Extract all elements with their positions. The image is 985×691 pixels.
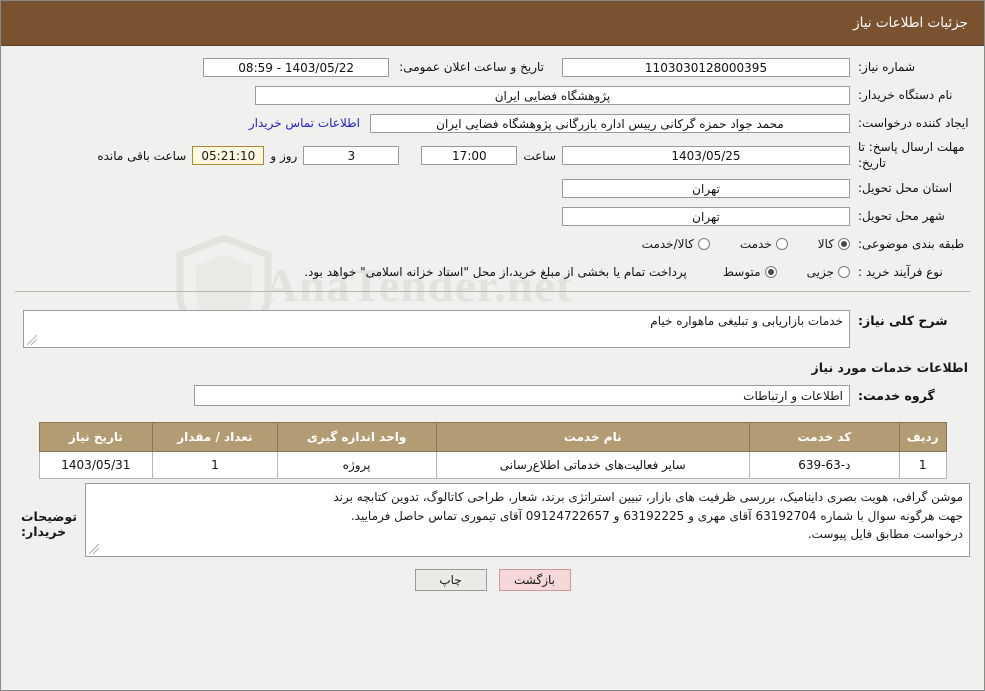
buyer-note-line: درخواست مطابق فایل پیوست.	[807, 527, 963, 542]
page-title: جزئیات اطلاعات نیاز	[853, 15, 968, 31]
radio-icon[interactable]	[764, 266, 777, 279]
th-code: کد خدمت	[748, 422, 900, 453]
province-value: تهران	[562, 178, 850, 198]
purchase-option-label: متوسط	[722, 265, 761, 280]
row-province: استان محل تحویل: تهران	[15, 177, 970, 199]
table-header-row: ردیف کد خدمت نام خدمت واحد اندازه گیری ت…	[38, 422, 947, 453]
category-label: طبقه بندی موضوعی:	[858, 237, 965, 252]
service-group-label: گروه خدمت:	[858, 388, 935, 404]
deadline-date-value: 1403/05/25	[562, 146, 850, 166]
city-label: شهر محل تحویل:	[858, 209, 945, 224]
page-root: جزئیات اطلاعات نیاز AnaTender.net شماره …	[0, 0, 985, 691]
category-option-label: کالا/خدمت	[641, 237, 694, 252]
cell-name: سایر فعالیت‌های خدماتی اطلاع‌رسانی	[435, 451, 750, 480]
service-group-value: اطلاعات و ارتباطات	[194, 385, 850, 407]
purchase-note: پرداخت تمام یا بخشی از مبلغ خرید،از محل …	[304, 265, 687, 280]
divider	[15, 291, 970, 293]
buyer-contact-link[interactable]: اطلاعات تماس خریدار	[249, 116, 370, 130]
province-label: استان محل تحویل:	[858, 181, 953, 196]
purchase-type-radio-group: جزیی متوسط	[697, 265, 850, 279]
row-service-group: گروه خدمت: اطلاعات و ارتباطات	[15, 385, 970, 407]
th-date: تاریخ نیاز	[38, 422, 154, 453]
services-table-wrap: ردیف کد خدمت نام خدمت واحد اندازه گیری ت…	[1, 412, 984, 480]
remaining-label: ساعت باقی مانده	[97, 148, 187, 163]
public-announce-label: تاریخ و ساعت اعلان عمومی:	[399, 60, 544, 74]
cell-unit: پروژه	[276, 451, 437, 480]
services-section-title: اطلاعات خدمات مورد نیاز	[811, 360, 969, 376]
table-row: 1 د-63-639 سایر فعالیت‌های خدماتی اطلاع‌…	[38, 451, 947, 480]
row-need-summary: شرح کلی نیاز: خدمات بازاریابی و تبلیغی م…	[15, 310, 970, 349]
resize-grip-icon[interactable]	[88, 543, 100, 555]
tender-number-label: شماره نیاز:	[858, 60, 915, 74]
row-buyer-org: نام دستگاه خریدار: پژوهشگاه فضایی ایران	[15, 84, 970, 106]
cell-row: 1	[898, 451, 947, 480]
row-deadline: مهلت ارسال پاسخ: تا تاریخ: 1403/05/25 سا…	[15, 140, 970, 171]
radio-icon[interactable]	[775, 238, 788, 251]
public-announce-value: 1403/05/22 - 08:59	[203, 57, 390, 77]
print-button[interactable]: چاپ	[414, 569, 487, 592]
cell-qty: 1	[152, 451, 278, 480]
need-summary-label: شرح کلی نیاز:	[858, 313, 948, 329]
deadline-label: مهلت ارسال پاسخ: تا تاریخ:	[858, 140, 965, 170]
need-summary-section: شرح کلی نیاز: خدمات بازاریابی و تبلیغی م…	[1, 304, 984, 407]
buyer-note-line: جهت هرگونه سوال با شماره 63192704 آقای م…	[350, 508, 963, 523]
radio-icon[interactable]	[838, 238, 850, 251]
page-header: جزئیات اطلاعات نیاز	[1, 1, 984, 46]
buyer-notes-section: موشن گرافی، هویت بصری داینامیک، بررسی ظر…	[1, 479, 984, 558]
days-label: روز و	[270, 148, 298, 163]
cell-code: د-63-639	[748, 451, 900, 480]
purchase-option-label: جزیی	[806, 265, 834, 280]
cell-date: 1403/05/31	[38, 451, 154, 480]
th-qty: تعداد / مقدار	[152, 422, 278, 453]
row-city: شهر محل تحویل: تهران	[15, 205, 970, 227]
th-row: ردیف	[898, 422, 947, 453]
buyer-notes-textarea[interactable]: موشن گرافی، هویت بصری داینامیک، بررسی ظر…	[85, 483, 970, 558]
category-option-label: کالا	[817, 237, 834, 252]
countdown-value: 05:21:10	[192, 146, 265, 166]
back-button[interactable]: بازگشت	[498, 569, 571, 592]
radio-icon[interactable]	[697, 238, 710, 251]
hour-label: ساعت	[523, 148, 556, 163]
city-value: تهران	[562, 206, 850, 226]
category-option-khedmat[interactable]: خدمت	[740, 237, 788, 251]
tender-number-value: 1103030128000395	[562, 57, 850, 77]
need-summary-value: خدمات بازاریابی و تبلیغی ماهواره خیام	[650, 314, 843, 329]
purchase-option-jozei[interactable]: جزیی	[807, 265, 850, 279]
th-unit: واحد اندازه گیری	[276, 422, 437, 453]
th-name: نام خدمت	[435, 422, 750, 453]
purchase-type-label: نوع فرآیند خرید :	[858, 265, 943, 280]
footer-buttons: بازگشت چاپ	[1, 557, 984, 597]
radio-icon[interactable]	[838, 266, 850, 279]
services-table: ردیف کد خدمت نام خدمت واحد اندازه گیری ت…	[38, 422, 947, 480]
category-option-kala[interactable]: کالا	[818, 237, 850, 251]
need-summary-textarea[interactable]: خدمات بازاریابی و تبلیغی ماهواره خیام	[23, 310, 850, 349]
buyer-notes-label: توضیحات خریدار:	[21, 509, 77, 540]
row-requester: ایجاد کننده درخواست: محمد جواد حمزه گرکا…	[15, 112, 970, 134]
requester-label: ایجاد کننده درخواست:	[858, 116, 969, 130]
row-tender-number: شماره نیاز: 1103030128000395 تاریخ و ساع…	[15, 56, 970, 78]
category-radio-group: کالا خدمت کالا/خدمت	[616, 237, 850, 251]
requester-value: محمد جواد حمزه گرکانی رییس اداره بازرگان…	[370, 113, 850, 133]
row-category: طبقه بندی موضوعی: کالا خدمت کالا/خدمت	[15, 233, 970, 255]
category-option-kala-khedmat[interactable]: کالا/خدمت	[642, 237, 710, 251]
need-info-panel: شماره نیاز: 1103030128000395 تاریخ و ساع…	[1, 46, 984, 304]
remaining-days-value: 3	[303, 146, 400, 166]
purchase-option-motevaset[interactable]: متوسط	[723, 265, 777, 279]
buyer-org-label: نام دستگاه خریدار:	[858, 88, 953, 102]
deadline-time-value: 17:00	[421, 146, 518, 166]
resize-grip-icon[interactable]	[26, 334, 38, 346]
category-option-label: خدمت	[739, 237, 772, 252]
buyer-org-value: پژوهشگاه فضایی ایران	[255, 85, 850, 105]
row-purchase-type: نوع فرآیند خرید : جزیی متوسط پرداخت تمام…	[15, 261, 970, 283]
buyer-note-line: موشن گرافی، هویت بصری داینامیک، بررسی ظر…	[333, 490, 963, 505]
